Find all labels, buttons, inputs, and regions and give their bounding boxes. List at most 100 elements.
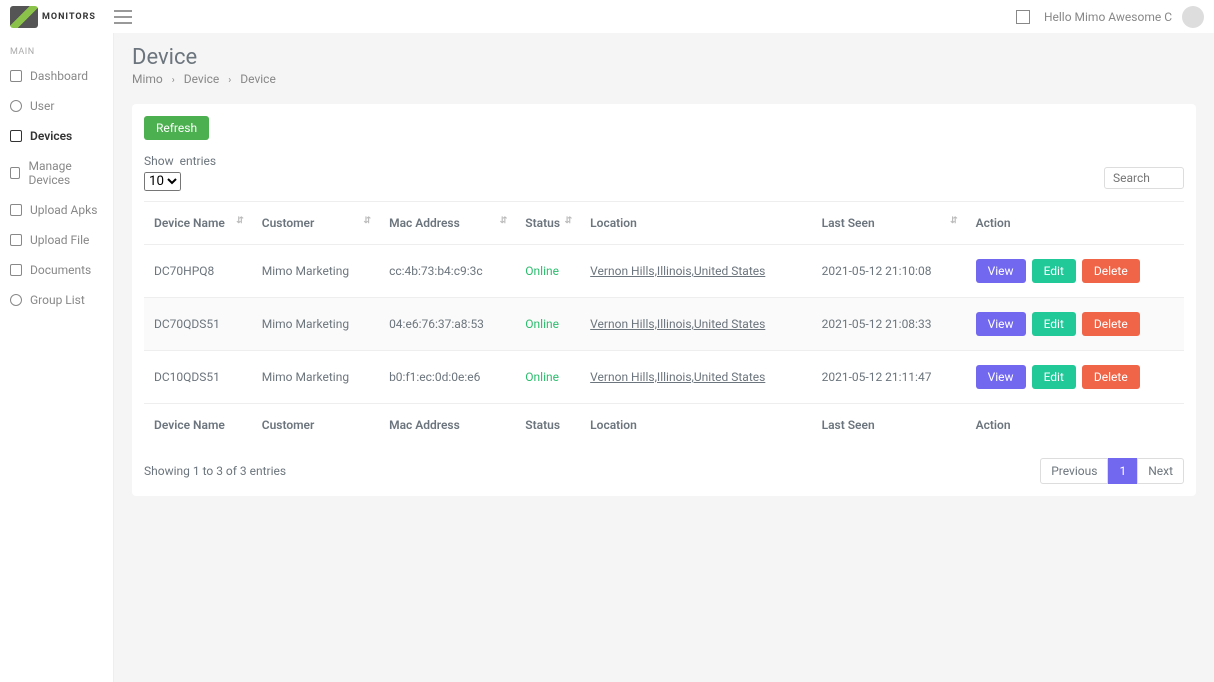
- status-badge: Online: [525, 370, 559, 384]
- sidebar-item-group-list[interactable]: Group List: [0, 285, 113, 315]
- sidebar-item-label: Upload Apks: [30, 203, 97, 217]
- sidebar-item-upload-apks[interactable]: Upload Apks: [0, 195, 113, 225]
- sidebar-item-label: Dashboard: [30, 69, 88, 83]
- cell-location: Vernon Hills,Illinois,United States: [580, 351, 811, 404]
- edit-button[interactable]: Edit: [1032, 312, 1076, 336]
- layers-icon: [10, 167, 20, 179]
- cell-action: ViewEditDelete: [966, 298, 1184, 351]
- sidebar-item-dashboard[interactable]: Dashboard: [0, 61, 113, 91]
- footer-col-action: Action: [966, 404, 1184, 447]
- cell-status: Online: [515, 351, 580, 404]
- chevron-right-icon: ›: [228, 75, 231, 86]
- cell-action: ViewEditDelete: [966, 351, 1184, 404]
- devices-table: Device Name Customer Mac Address Status …: [144, 201, 1184, 446]
- cell-mac: 04:e6:76:37:a8:53: [379, 298, 515, 351]
- cell-device-name: DC10QDS51: [144, 351, 252, 404]
- cell-customer: Mimo Marketing: [252, 245, 379, 298]
- greeting-text: Hello Mimo Awesome C: [1044, 10, 1172, 24]
- table-row: DC10QDS51Mimo Marketingb0:f1:ec:0d:0e:e6…: [144, 351, 1184, 404]
- sidebar-item-devices[interactable]: Devices: [0, 121, 113, 151]
- cell-last-seen: 2021-05-12 21:10:08: [812, 245, 966, 298]
- refresh-button[interactable]: Refresh: [144, 116, 209, 140]
- col-last-seen[interactable]: Last Seen: [812, 202, 966, 245]
- chevron-right-icon: ›: [172, 75, 175, 86]
- breadcrumb-link-mimo[interactable]: Mimo: [132, 72, 163, 86]
- location-link[interactable]: Vernon Hills,Illinois,United States: [590, 317, 765, 331]
- cell-mac: cc:4b:73:b4:c9:3c: [379, 245, 515, 298]
- view-button[interactable]: View: [976, 365, 1026, 389]
- prev-button[interactable]: Previous: [1040, 458, 1108, 484]
- edit-button[interactable]: Edit: [1032, 365, 1076, 389]
- col-action: Action: [966, 202, 1184, 245]
- sidebar-item-user[interactable]: User: [0, 91, 113, 121]
- entries-label: entries: [180, 154, 216, 168]
- sidebar-item-label: Manage Devices: [28, 159, 103, 187]
- footer-col-mac: Mac Address: [379, 404, 515, 447]
- logo-text: MONITORS: [42, 12, 96, 22]
- breadcrumb-current: Device: [240, 72, 276, 86]
- col-status[interactable]: Status: [515, 202, 580, 245]
- footer-col-location: Location: [580, 404, 811, 447]
- sidebar-item-label: Group List: [30, 293, 85, 307]
- cell-status: Online: [515, 298, 580, 351]
- delete-button[interactable]: Delete: [1082, 259, 1140, 283]
- sidebar-item-label: Upload File: [30, 233, 89, 247]
- col-mac[interactable]: Mac Address: [379, 202, 515, 245]
- sidebar-item-label: Documents: [30, 263, 91, 277]
- pager: Previous 1 Next: [1040, 458, 1184, 484]
- page-button-1[interactable]: 1: [1108, 458, 1137, 484]
- page-size-select[interactable]: 10: [144, 172, 181, 191]
- logo-mark-icon: [10, 6, 38, 28]
- footer-col-last-seen: Last Seen: [812, 404, 966, 447]
- footer-col-status: Status: [515, 404, 580, 447]
- table-row: DC70QDS51Mimo Marketing04:e6:76:37:a8:53…: [144, 298, 1184, 351]
- view-button[interactable]: View: [976, 259, 1026, 283]
- avatar[interactable]: [1182, 6, 1204, 28]
- sidebar-item-label: User: [30, 99, 54, 113]
- sidebar-section-header: MAIN: [0, 43, 113, 61]
- sidebar: MAIN Dashboard User Devices Manage Devic…: [0, 33, 114, 682]
- breadcrumb-link-device[interactable]: Device: [184, 72, 220, 86]
- col-customer[interactable]: Customer: [252, 202, 379, 245]
- location-link[interactable]: Vernon Hills,Illinois,United States: [590, 370, 765, 384]
- footer-col-customer: Customer: [252, 404, 379, 447]
- document-icon: [10, 264, 22, 276]
- next-button[interactable]: Next: [1137, 458, 1184, 484]
- cell-customer: Mimo Marketing: [252, 298, 379, 351]
- cell-location: Vernon Hills,Illinois,United States: [580, 245, 811, 298]
- col-device-name[interactable]: Device Name: [144, 202, 252, 245]
- cell-location: Vernon Hills,Illinois,United States: [580, 298, 811, 351]
- status-badge: Online: [525, 264, 559, 278]
- grid-icon: [10, 70, 22, 82]
- menu-toggle-icon[interactable]: [114, 10, 132, 24]
- cell-action: ViewEditDelete: [966, 245, 1184, 298]
- footer-col-device-name: Device Name: [144, 404, 252, 447]
- table-row: DC70HPQ8Mimo Marketingcc:4b:73:b4:c9:3c O…: [144, 245, 1184, 298]
- cell-last-seen: 2021-05-12 21:08:33: [812, 298, 966, 351]
- cell-mac: b0:f1:ec:0d:0e:e6: [379, 351, 515, 404]
- file-icon: [10, 234, 22, 246]
- cell-status: Online: [515, 245, 580, 298]
- show-label: Show: [144, 154, 174, 168]
- showing-text: Showing 1 to 3 of 3 entries: [144, 464, 286, 478]
- fullscreen-icon[interactable]: [1016, 10, 1030, 24]
- page-title: Device: [132, 45, 1196, 70]
- sidebar-item-upload-file[interactable]: Upload File: [0, 225, 113, 255]
- view-button[interactable]: View: [976, 312, 1026, 336]
- breadcrumb: Mimo › Device › Device: [132, 72, 1196, 86]
- file-icon: [10, 204, 22, 216]
- search-input[interactable]: [1104, 167, 1184, 189]
- delete-button[interactable]: Delete: [1082, 365, 1140, 389]
- users-icon: [10, 294, 22, 306]
- delete-button[interactable]: Delete: [1082, 312, 1140, 336]
- status-badge: Online: [525, 317, 559, 331]
- sidebar-item-manage-devices[interactable]: Manage Devices: [0, 151, 113, 195]
- location-link[interactable]: Vernon Hills,Illinois,United States: [590, 264, 765, 278]
- col-location[interactable]: Location: [580, 202, 811, 245]
- cell-device-name: DC70HPQ8: [144, 245, 252, 298]
- edit-button[interactable]: Edit: [1032, 259, 1076, 283]
- sidebar-item-label: Devices: [30, 129, 72, 143]
- user-icon: [10, 100, 22, 112]
- sidebar-item-documents[interactable]: Documents: [0, 255, 113, 285]
- cell-customer: Mimo Marketing: [252, 351, 379, 404]
